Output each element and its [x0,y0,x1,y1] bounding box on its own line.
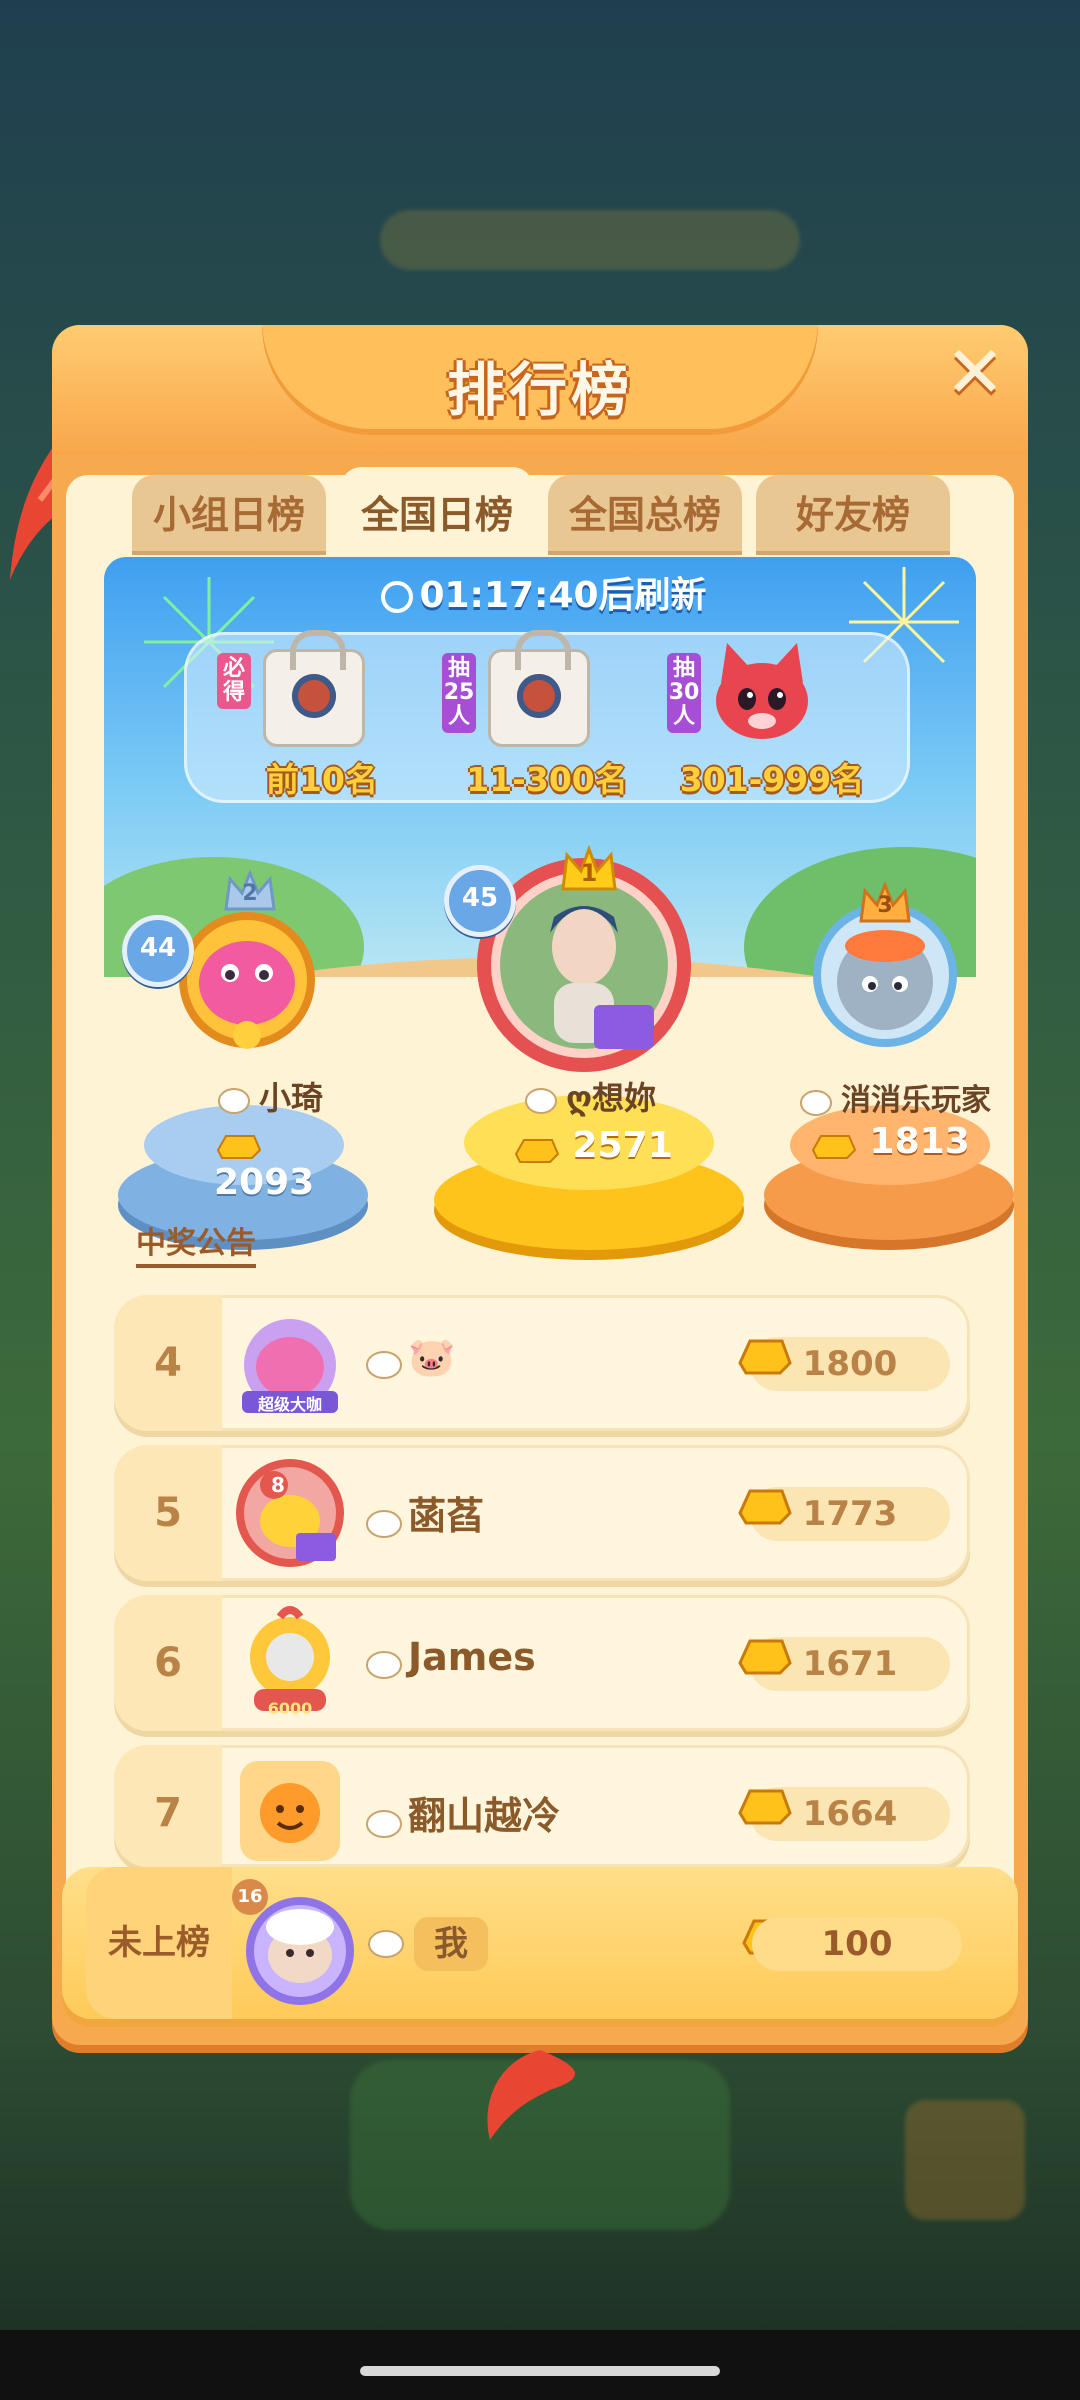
podium-name-3: 消消乐玩家 [784,1075,1004,1119]
name-text: James [408,1635,536,1679]
score-text: 2571 [572,1125,673,1166]
background-side-button [905,2100,1025,2220]
gold-ingot-icon [809,1128,857,1159]
avatar-icon[interactable] [234,1755,346,1867]
announcement-link[interactable]: 中奖公告 [136,1218,256,1268]
tab-bar: 小组日榜 全国日榜 全国总榜 好友榜 [132,467,952,557]
tab-friends[interactable]: 好友榜 [756,475,950,555]
my-name: 我 [414,1917,488,1971]
rank-number: 7 [154,1790,182,1836]
clock-icon [381,581,414,613]
podium-score-2: 2093 [214,1121,364,1203]
gold-ingot-icon [214,1128,262,1159]
player-name: 🐷 [364,1335,455,1380]
list-item[interactable]: 5 8 菡萏 1773 [114,1445,970,1581]
gift-bag-icon [488,630,590,747]
name-text: 翻山越冷 [408,1794,561,1838]
panel-header: 排行榜 ✕ [52,325,1028,455]
level-badge: 44 [122,915,194,987]
sheep-face-icon [215,1085,253,1115]
my-score: 100 [752,1917,962,1971]
sheep-face-icon [797,1087,835,1117]
name-text: 小琦 [258,1079,323,1117]
title-badge: 超级大咖 [257,1395,322,1414]
gold-ingot-icon [738,1789,792,1825]
place-number: 2 [242,881,258,906]
reward-tag: 抽30人 [667,653,701,733]
level-badge: 16 [232,1879,268,1915]
avatar-icon[interactable] [234,1455,346,1567]
podium-name-2: 小琦 [194,1073,344,1119]
page-title: 排行榜 [446,356,633,424]
reward-label: 前10名 [266,760,378,799]
podium-score-3: 1813 [809,1121,979,1162]
crown-3: 3 [857,880,913,929]
nav-bar [0,2330,1080,2400]
list-item[interactable]: 4 超级大咖 🐷 1800 [114,1295,970,1431]
player-name: 菡萏 [364,1485,484,1540]
player-name: James [364,1635,536,1679]
rank-number: 5 [154,1490,182,1536]
name-text: 菡萏 [408,1494,485,1538]
reward-label: 11-300名 [466,760,628,799]
gold-ingot-icon [738,1339,792,1375]
gold-ingot-icon [738,1489,792,1525]
sheep-face-icon [366,1927,404,1958]
podium-score-1: 2571 [512,1125,682,1166]
gift-bag-icon [263,630,365,747]
sheep-face-icon [364,1804,402,1838]
close-button[interactable]: ✕ [940,336,1010,408]
timer-text: 01:17:40后刷新 [419,575,707,616]
list-item[interactable]: 7 翻山越冷 1664 [114,1745,970,1867]
reward-label: 301-999名 [679,760,865,799]
score-text: 1813 [869,1121,970,1162]
score-text: 2093 [214,1162,315,1203]
crown-2: 2 [222,868,276,920]
place-number: 1 [580,859,598,887]
rewards-box: 必得 前10名 抽25人 11-300名 抽30人 301-999名 [184,630,910,803]
rank-number: 6 [154,1640,182,1686]
level-badge: 8 [271,1473,285,1497]
name-text: 🐷 [408,1335,456,1379]
background-banner [380,210,800,270]
rank-number: 4 [154,1340,182,1386]
gold-ingot-icon [738,1639,792,1675]
podium-name-1: ღ想妳 [504,1073,674,1119]
reward-301-999[interactable]: 抽30人 301-999名 [657,641,887,799]
name-text: 消消乐玩家 [841,1083,991,1118]
refresh-timer: 01:17:40后刷新 [364,565,724,627]
gold-ingot-icon [512,1132,560,1163]
reward-top10[interactable]: 必得 前10名 [207,630,437,799]
red-fox-pet-icon [716,643,808,739]
tab-national-daily[interactable]: 全国日榜 [340,467,534,557]
my-rank-label: 未上榜 [108,1923,210,1963]
list-item[interactable]: 6 6000 James 1671 [114,1595,970,1731]
ribbon-decoration [487,2050,575,2140]
place-number: 3 [877,893,893,918]
reward-11-300[interactable]: 抽25人 11-300名 [432,630,662,799]
avatar-frame-label: 6000 [267,1699,313,1718]
sheep-face-icon [364,1645,402,1679]
reward-tag: 必得 [217,653,251,709]
level-badge: 45 [444,865,516,937]
sheep-face-icon [522,1085,560,1115]
player-name: 翻山越冷 [364,1785,560,1840]
my-rank-row[interactable]: 未上榜 16 我 100 [62,1867,1018,2019]
tab-group-daily[interactable]: 小组日榜 [132,475,326,555]
name-text: ღ想妳 [565,1079,657,1117]
sheep-face-icon [364,1504,402,1538]
tab-national-total[interactable]: 全国总榜 [548,475,742,555]
leaderboard-panel: 排行榜 ✕ 小组日榜 全国日榜 全国总榜 好友榜 01:17:40后刷新 必得 … [52,325,1028,2045]
reward-tag: 抽25人 [442,653,476,733]
sheep-face-icon [364,1345,402,1379]
home-indicator[interactable] [360,2366,720,2376]
crown-1: 1 [559,844,617,897]
